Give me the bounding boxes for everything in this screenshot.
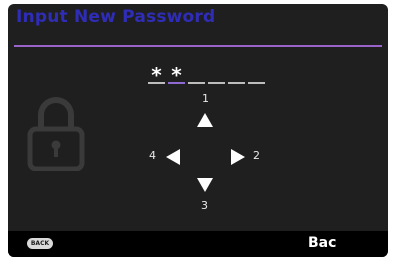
direction-right-number: 2 — [253, 149, 260, 162]
arrow-up-icon[interactable] — [197, 113, 213, 127]
direction-down-number: 3 — [201, 199, 208, 212]
password-slot — [208, 62, 225, 84]
direction-left-number: 4 — [149, 149, 156, 162]
footer-bar: BACK Bac — [8, 231, 388, 257]
password-slot — [248, 62, 265, 84]
password-slot — [188, 62, 205, 84]
slot-underline — [248, 82, 265, 84]
password-slot — [228, 62, 245, 84]
title-divider — [14, 45, 382, 47]
arrow-right-icon[interactable] — [231, 149, 245, 165]
slot-underline-active — [168, 82, 185, 84]
slot-underline — [208, 82, 225, 84]
slot-underline — [148, 82, 165, 84]
password-slot: * — [168, 62, 185, 85]
direction-up-number: 1 — [202, 92, 209, 105]
slot-underline — [228, 82, 245, 84]
slot-underline — [188, 82, 205, 84]
lock-icon — [27, 97, 85, 171]
password-slot: * — [148, 62, 165, 85]
password-field[interactable]: * * — [148, 62, 268, 85]
dialog-title: Input New Password — [16, 7, 216, 27]
back-button[interactable]: BACK — [27, 238, 53, 249]
password-dialog: Input New Password * * 1 4 2 3 BACK Bac — [8, 4, 388, 257]
arrow-left-icon[interactable] — [166, 149, 180, 165]
back-label: Bac — [308, 235, 337, 251]
arrow-down-icon[interactable] — [197, 178, 213, 192]
